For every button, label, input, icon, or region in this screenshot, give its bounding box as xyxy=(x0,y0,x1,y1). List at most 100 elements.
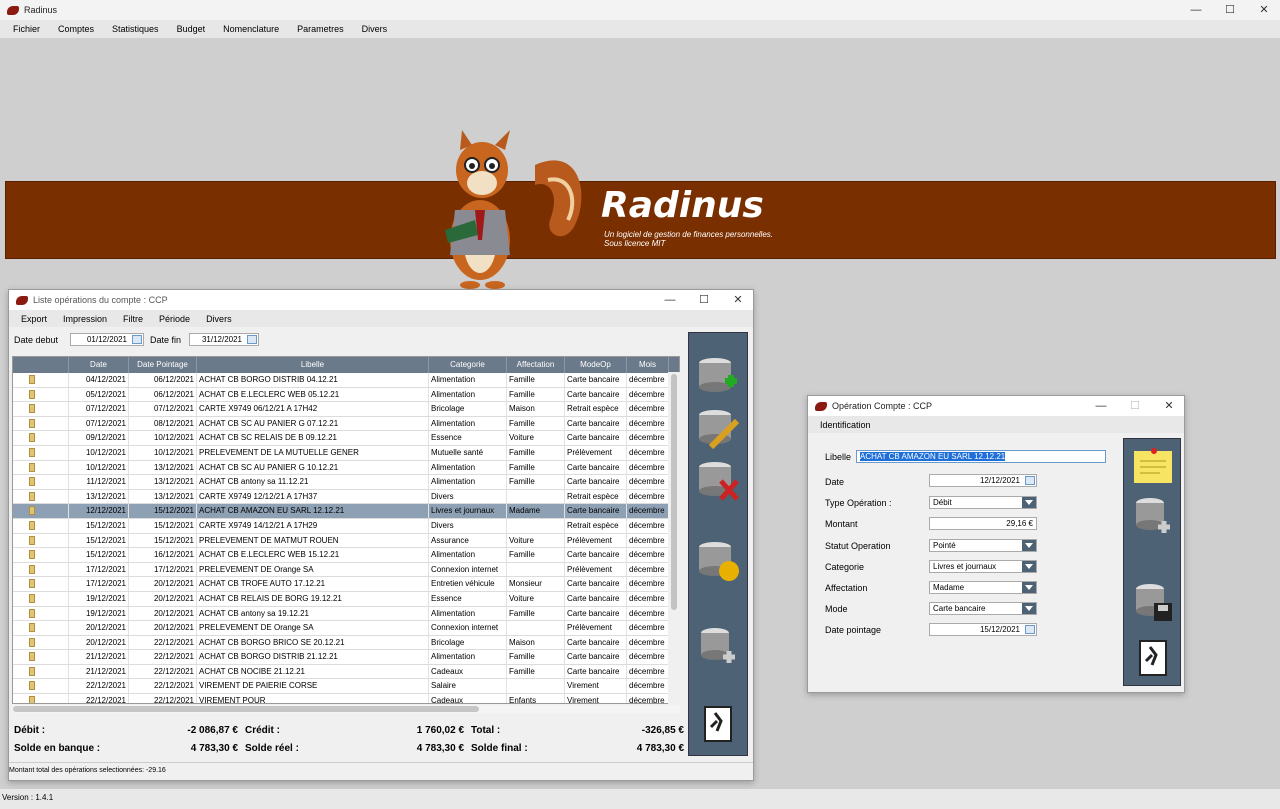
table-row[interactable]: 22/12/2021 22/12/2021 VIREMENT DE PAIERIE … xyxy=(13,679,679,695)
date-value: 12/12/2021 xyxy=(979,476,1020,485)
op-close-button[interactable]: ✕ xyxy=(1152,396,1186,416)
menu-comptes[interactable]: Comptes xyxy=(49,24,103,34)
menu-filtre[interactable]: Filtre xyxy=(115,314,151,324)
save-database-icon[interactable] xyxy=(1130,579,1176,625)
chevron-down-icon[interactable] xyxy=(1022,540,1036,551)
menu-periode[interactable]: Période xyxy=(151,314,198,324)
close-button[interactable]: ✕ xyxy=(1246,0,1280,20)
table-row[interactable]: 19/12/2021 20/12/2021 ACHAT CB antony sa 1… xyxy=(13,606,679,622)
add-database-icon[interactable] xyxy=(695,623,741,669)
libelle-input[interactable]: ACHAT CB AMAZON EU SARL 12.12.21 xyxy=(856,450,1106,463)
menu-statistiques[interactable]: Statistiques xyxy=(103,24,168,34)
table-cell: 22/12/2021 xyxy=(129,694,197,703)
table-row[interactable]: 13/12/2021 13/12/2021 CARTE X9749 12/12/21… xyxy=(13,489,679,505)
date-field[interactable]: 12/12/2021 xyxy=(929,474,1037,487)
table-row[interactable]: 10/12/2021 10/12/2021 PRELEVEMENT DE LA MU… xyxy=(13,445,679,461)
grid-vertical-scrollbar[interactable] xyxy=(668,372,680,704)
table-row[interactable]: 21/12/2021 22/12/2021 ACHAT CB NOCIBE 21.1… xyxy=(13,664,679,680)
tab-identification[interactable]: Identification xyxy=(812,420,879,430)
menu-budget[interactable]: Budget xyxy=(168,24,215,34)
menu-list-divers[interactable]: Divers xyxy=(198,314,240,324)
chevron-down-icon[interactable] xyxy=(1022,497,1036,508)
calendar-icon[interactable] xyxy=(132,335,142,344)
add-database-icon[interactable] xyxy=(1130,493,1176,539)
maximize-button[interactable]: ☐ xyxy=(1212,0,1248,20)
col-libelle[interactable]: Libelle xyxy=(197,357,429,373)
table-row[interactable]: 15/12/2021 15/12/2021 PRELEVEMENT DE MATMU… xyxy=(13,533,679,549)
calendar-icon[interactable] xyxy=(1025,625,1035,634)
menu-export[interactable]: Export xyxy=(13,314,55,324)
date-debut-field[interactable]: 01/12/2021 xyxy=(70,333,144,346)
menu-impression[interactable]: Impression xyxy=(55,314,115,324)
date-fin-field[interactable]: 31/12/2021 xyxy=(189,333,259,346)
vertical-scroll-thumb[interactable] xyxy=(671,374,677,610)
categorie-select[interactable]: Livres et journaux xyxy=(929,560,1037,573)
table-cell: Famille xyxy=(507,460,565,475)
table-row[interactable]: 21/12/2021 22/12/2021 ACHAT CB BORGO DISTR… xyxy=(13,650,679,665)
chevron-down-icon[interactable] xyxy=(1022,561,1036,572)
affectation-select[interactable]: Madame xyxy=(929,581,1037,594)
pointer-operation-icon[interactable] xyxy=(695,537,741,583)
table-cell: Salaire xyxy=(429,679,507,694)
grid-horizontal-scrollbar[interactable] xyxy=(12,705,680,713)
menu-divers[interactable]: Divers xyxy=(353,24,397,34)
col-categorie[interactable]: Categorie xyxy=(429,357,507,373)
table-row[interactable]: 09/12/2021 10/12/2021 ACHAT CB SC RELAIS D… xyxy=(13,431,679,446)
montant-input[interactable]: 29,16 € xyxy=(929,517,1037,530)
delete-operation-icon[interactable] xyxy=(695,457,741,503)
col-modeop[interactable]: ModeOp xyxy=(565,357,627,373)
table-row[interactable]: 07/12/2021 08/12/2021 ACHAT CB SC AU PANIE… xyxy=(13,416,679,432)
table-cell: PRELEVEMENT DE Orange SA xyxy=(197,621,429,635)
edit-operation-icon[interactable] xyxy=(695,405,741,451)
menu-nomenclature[interactable]: Nomenclature xyxy=(214,24,288,34)
note-marker-icon xyxy=(29,696,35,703)
table-row[interactable]: 12/12/2021 15/12/2021 ACHAT CB AMAZON EU S… xyxy=(13,504,679,519)
table-cell: 04/12/2021 xyxy=(69,373,129,387)
op-minimize-button[interactable]: — xyxy=(1084,396,1118,416)
col-date-pointage[interactable]: Date Pointage xyxy=(129,357,197,373)
col-mois[interactable]: Mois xyxy=(627,357,669,373)
chevron-down-icon[interactable] xyxy=(1022,582,1036,593)
operations-grid[interactable]: Date Date Pointage Libelle Categorie Aff… xyxy=(12,356,680,704)
table-row[interactable]: 10/12/2021 13/12/2021 ACHAT CB SC AU PANIE… xyxy=(13,460,679,476)
list-maximize-button[interactable]: ☐ xyxy=(687,290,721,310)
table-cell: Prélèvement xyxy=(565,533,627,548)
exit-door-icon[interactable] xyxy=(1130,635,1176,681)
col-affectation[interactable]: Affectation xyxy=(507,357,565,373)
table-row[interactable]: 05/12/2021 06/12/2021 ACHAT CB E.LECLERC W… xyxy=(13,387,679,403)
menu-fichier[interactable]: Fichier xyxy=(4,24,49,34)
table-row[interactable]: 19/12/2021 20/12/2021 ACHAT CB RELAIS DE B… xyxy=(13,591,679,607)
list-minimize-button[interactable]: — xyxy=(653,290,687,310)
table-cell: Essence xyxy=(429,591,507,606)
col-date[interactable]: Date xyxy=(69,357,129,373)
table-row[interactable]: 20/12/2021 22/12/2021 ACHAT CB BORGO BRICO… xyxy=(13,635,679,651)
minimize-button[interactable]: — xyxy=(1178,0,1214,20)
list-menu: Export Impression Filtre Période Divers xyxy=(9,310,753,327)
list-close-button[interactable]: ✕ xyxy=(721,290,755,310)
note-icon[interactable] xyxy=(1130,443,1176,489)
exit-door-icon[interactable] xyxy=(695,701,741,747)
mode-select[interactable]: Carte bancaire xyxy=(929,602,1037,615)
table-cell: Voiture xyxy=(507,591,565,606)
menu-parametres[interactable]: Parametres xyxy=(288,24,353,34)
horizontal-scroll-thumb[interactable] xyxy=(13,706,479,712)
calendar-icon[interactable] xyxy=(247,335,257,344)
table-row[interactable]: 07/12/2021 07/12/2021 CARTE X9749 06/12/21… xyxy=(13,402,679,417)
table-cell: Carte bancaire xyxy=(565,387,627,402)
chevron-down-icon[interactable] xyxy=(1022,603,1036,614)
table-row[interactable]: 17/12/2021 17/12/2021 PRELEVEMENT DE Orang… xyxy=(13,562,679,578)
table-row[interactable]: 20/12/2021 20/12/2021 PRELEVEMENT DE Orang… xyxy=(13,621,679,636)
calendar-icon[interactable] xyxy=(1025,476,1035,485)
table-row[interactable]: 17/12/2021 20/12/2021 ACHAT CB TROFE AUTO … xyxy=(13,577,679,592)
statut-select[interactable]: Pointé xyxy=(929,539,1037,552)
table-row[interactable]: 15/12/2021 16/12/2021 ACHAT CB E.LECLERC W… xyxy=(13,548,679,563)
type-label: Type Opération : xyxy=(825,498,892,508)
table-row[interactable]: 15/12/2021 15/12/2021 CARTE X9749 14/12/21… xyxy=(13,518,679,534)
app-statusbar: Version : 1.4.1 xyxy=(0,789,1280,809)
add-operation-icon[interactable] xyxy=(695,353,741,399)
table-row[interactable]: 11/12/2021 13/12/2021 ACHAT CB antony sa 1… xyxy=(13,475,679,490)
date-pointage-field[interactable]: 15/12/2021 xyxy=(929,623,1037,636)
table-row[interactable]: 22/12/2021 22/12/2021 VIREMENT POUR Cadeaux… xyxy=(13,694,679,703)
table-row[interactable]: 04/12/2021 06/12/2021 ACHAT CB BORGO DISTR… xyxy=(13,373,679,388)
type-select[interactable]: Débit xyxy=(929,496,1037,509)
